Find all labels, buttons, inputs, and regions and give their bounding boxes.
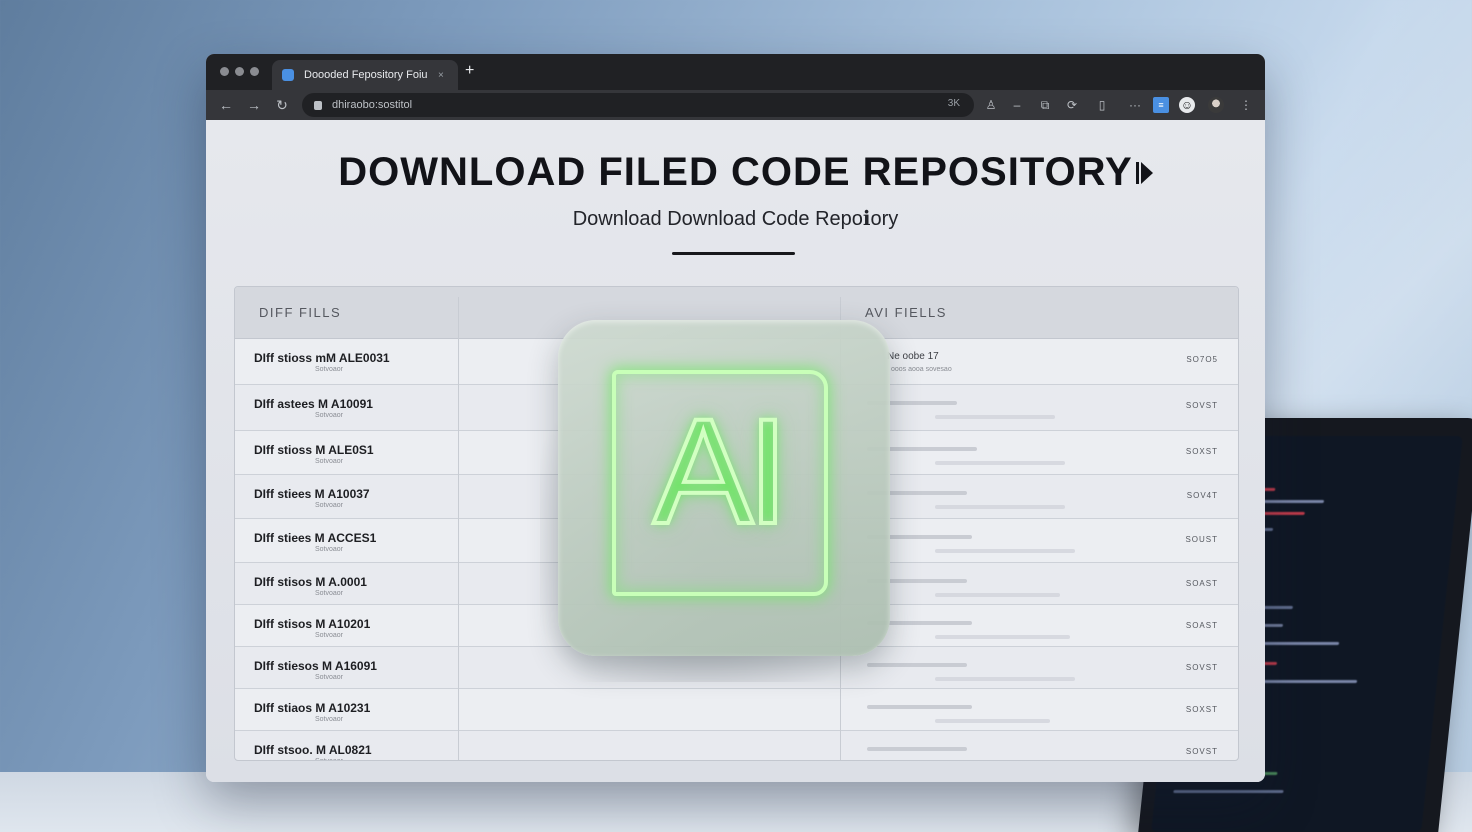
extension-panel-icon[interactable]: ▯ xyxy=(1094,97,1110,113)
active-tab[interactable]: Doooded Fepository Foiu × xyxy=(272,60,458,90)
file-size: SOXST xyxy=(1185,705,1218,714)
profile-avatar[interactable] xyxy=(1208,97,1224,113)
placeholder-line xyxy=(935,549,1075,553)
title-divider xyxy=(672,252,795,255)
extension-dots-icon[interactable]: ··· xyxy=(1127,97,1143,113)
placeholder-line xyxy=(935,635,1070,639)
file-size: SOAST xyxy=(1185,621,1218,630)
extension-screen-icon[interactable]: ⧉ xyxy=(1037,97,1053,113)
new-tab-button[interactable]: + xyxy=(465,62,474,80)
file-name[interactable]: DIff stiees M ACCES1 xyxy=(254,531,376,545)
file-size: SO7O5 xyxy=(1186,355,1218,364)
back-arrow-icon[interactable]: ← xyxy=(212,97,240,113)
file-size: SOV4T xyxy=(1186,491,1218,500)
placeholder-line xyxy=(867,705,972,709)
page-title: DOWNLOAD FILED CODE REPOSITORY xyxy=(338,150,1133,194)
file-size: SOAST xyxy=(1185,579,1218,588)
file-subtitle: Sotvoaor xyxy=(315,632,344,639)
file-size: SOVST xyxy=(1185,747,1218,756)
extension-face-icon[interactable]: ☺ xyxy=(1179,97,1195,113)
placeholder-line xyxy=(935,719,1050,723)
file-size: SOVST xyxy=(1185,663,1218,672)
column-divider xyxy=(458,297,459,760)
address-bar[interactable]: dhiraobo:sostitol 3K xyxy=(302,93,974,117)
file-name[interactable]: DIff stisos M A10201 xyxy=(254,617,370,631)
file-size: SOUST xyxy=(1185,535,1218,544)
tab-bar: Doooded Fepository Foiu × + xyxy=(206,54,1265,90)
favicon-icon xyxy=(282,69,294,81)
file-subtitle: Sotvoaor xyxy=(315,502,344,509)
file-name[interactable]: DIff stioss mM ALE0031 xyxy=(254,351,390,365)
browser-toolbar: ← → ↻ dhiraobo:sostitol 3K ♙ – ⧉ ⟳ ▯ ···… xyxy=(206,90,1265,120)
file-subtitle: Sotvoaor xyxy=(315,674,344,681)
file-subtitle: Sotvoaor xyxy=(315,366,344,373)
placeholder-line xyxy=(935,593,1060,597)
file-subtitle: Sotvoaor xyxy=(315,412,344,419)
file-name[interactable]: DIff stiees M A10037 xyxy=(254,487,370,501)
file-subtitle: Sotvoaor xyxy=(315,546,344,553)
tab-title: Doooded Fepository Foiu xyxy=(304,69,428,81)
page-subtitle: Download Download Code Repoℹory xyxy=(572,208,899,230)
file-subtitle: Sotvoaor xyxy=(315,458,344,465)
file-meta-sub: ooos aooa sovesao xyxy=(891,366,952,373)
reload-icon[interactable]: ↻ xyxy=(268,97,296,114)
play-icon[interactable] xyxy=(1141,162,1153,184)
file-name[interactable]: DIff stsoo. M AL0821 xyxy=(254,743,372,757)
extension-sync-icon[interactable]: ⟳ xyxy=(1064,97,1080,113)
ai-logo-tile[interactable]: AI xyxy=(558,320,890,656)
file-subtitle: Sotvoaor xyxy=(315,590,344,597)
table-row[interactable]: DIff stiaos M A10231 Sotvoaor SOXST xyxy=(235,689,1238,731)
file-size: SOXST xyxy=(1185,447,1218,456)
file-subtitle: Sotvoaor xyxy=(315,758,343,760)
file-size: SOVST xyxy=(1185,401,1218,410)
extension-person-icon[interactable]: ♙ xyxy=(983,97,999,113)
window-minimize-dot[interactable] xyxy=(235,67,244,76)
header-diff-files[interactable]: DIFF FILLS xyxy=(259,305,341,320)
file-subtitle: Sotvoaor xyxy=(315,716,344,723)
file-name[interactable]: DIff stisos M A.0001 xyxy=(254,575,367,589)
window-maximize-dot[interactable] xyxy=(250,67,259,76)
placeholder-line xyxy=(867,747,967,751)
ai-logo-text: AI xyxy=(651,387,791,555)
placeholder-line xyxy=(935,505,1065,509)
extension-dash-icon[interactable]: – xyxy=(1009,97,1025,113)
window-close-dot[interactable] xyxy=(220,67,229,76)
file-name[interactable]: DIff astees M A10091 xyxy=(254,397,373,411)
lock-icon xyxy=(314,100,322,110)
file-name[interactable]: DIff stioss M ALE0S1 xyxy=(254,443,374,457)
placeholder-line xyxy=(935,415,1055,419)
header-avi-fields[interactable]: AVI FIELLS xyxy=(865,305,947,320)
zoom-indicator[interactable]: 3K xyxy=(948,98,960,109)
placeholder-line xyxy=(935,461,1065,465)
url-text: dhiraobo:sostitol xyxy=(332,99,413,111)
file-name[interactable]: DIff stiaos M A10231 xyxy=(254,701,370,715)
table-row[interactable]: DIff stsoo. M AL0821Sotvoaor SOVST xyxy=(235,731,1238,760)
extension-doc-icon[interactable]: ≡ xyxy=(1153,97,1169,113)
tab-close-icon[interactable]: × xyxy=(438,70,444,81)
play-icon-bar xyxy=(1136,162,1139,184)
forward-arrow-icon[interactable]: → xyxy=(240,97,268,113)
browser-menu-icon[interactable]: ⋮ xyxy=(1238,97,1254,113)
file-name[interactable]: DIff stiesos M A16091 xyxy=(254,659,377,673)
placeholder-line xyxy=(935,677,1075,681)
